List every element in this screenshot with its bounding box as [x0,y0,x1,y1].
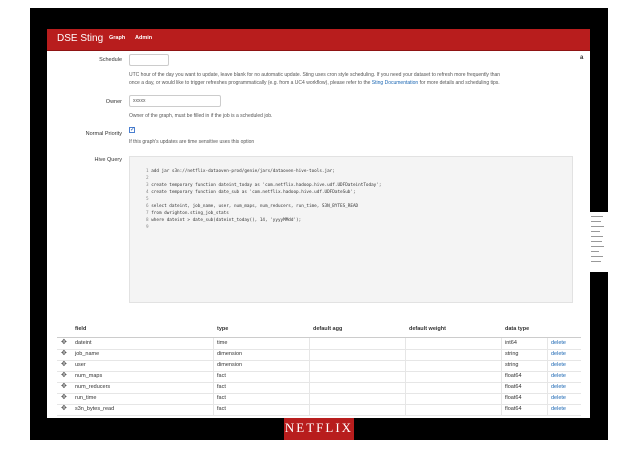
delete-link[interactable]: delete [551,351,566,357]
drag-handle-icon[interactable]: ✥ [61,361,67,368]
cell-field: s3n_bytes_read [75,406,115,412]
hive-query-label: Hive Query [94,157,122,163]
delete-link[interactable]: delete [551,395,566,401]
drag-handle-icon[interactable]: ✥ [61,383,67,390]
code-line: 3 create temporary function dateint_toda… [146,183,382,188]
cell-data-type[interactable]: int64 [505,340,517,346]
cell-field: user [75,362,86,368]
code-line: 4 create temporary function date_sub as … [146,190,356,195]
schedule-help-line1: UTC hour of the day you want to update, … [129,72,501,78]
code-line: 2 [146,176,149,181]
cell-data-type[interactable]: string [505,362,518,368]
netflix-logo-text: NETFLIX [284,420,354,435]
col-data-type: data type [505,326,530,332]
delete-link[interactable]: delete [551,384,566,390]
owner-label: Owner [105,99,122,105]
cell-field: run_time [75,395,97,401]
schedule-input[interactable] [129,54,169,66]
schedule-help: UTC hour of the day you want to update, … [129,71,574,87]
cell-type[interactable]: dimension [217,351,242,357]
drag-handle-icon[interactable]: ✥ [61,339,67,346]
cell-type[interactable]: fact [217,373,226,379]
cell-data-type[interactable]: string [505,351,518,357]
schedule-help-line3: for more details and scheduling tips. [419,80,500,86]
code-line: 1 add jar s3n://netflix-dataoven-prod/ge… [146,169,335,174]
cell-type[interactable]: time [217,340,227,346]
sting-docs-link[interactable]: Sting Documentation [372,80,418,86]
cell-field: job_name [75,351,100,357]
col-default-weight: default weight [409,326,446,332]
code-line: 7 from dwrighton.sting_job_stats [146,211,229,216]
cell-data-type[interactable]: float64 [505,395,522,401]
app-window: DSE Sting Graph Admin Schedule UTC hour … [47,29,590,418]
drag-handle-icon[interactable]: ✥ [61,405,67,412]
col-type: type [217,326,229,332]
priority-label: Normal Priority [85,131,122,137]
drag-handle-icon[interactable]: ✥ [61,372,67,379]
code-line: 9 [146,225,149,230]
owner-help: Owner of the graph, must be filled in if… [129,113,273,119]
cell-data-type[interactable]: float64 [505,384,522,390]
background-window-edge [590,212,608,272]
code-line: 5 [146,197,149,202]
col-field: field [75,326,87,332]
cell-field: num_maps [75,373,103,379]
schedule-help-line2: once a day, or would like to trigger ref… [129,80,371,86]
cell-field: num_reducers [75,384,111,390]
drag-handle-icon[interactable]: ✥ [61,350,67,357]
cell-field: dateint [75,340,92,346]
cell-data-type[interactable]: float64 [505,406,522,412]
background-window-fragment: a [580,55,590,67]
owner-input[interactable]: xxxxx [129,95,221,107]
delete-link[interactable]: delete [551,373,566,379]
table-header: field type default agg default weight da… [57,323,581,338]
nav-graph-link[interactable]: Graph [109,35,125,41]
cell-type[interactable]: fact [217,406,226,412]
cell-type[interactable]: fact [217,384,226,390]
priority-help: If this graph's updates are time sensiti… [129,139,255,145]
cell-data-type[interactable]: float64 [505,373,522,379]
cell-type[interactable]: fact [217,395,226,401]
priority-checkbox[interactable]: ✓ [129,127,135,133]
col-default-agg: default agg [313,326,343,332]
nav-admin-link[interactable]: Admin [135,35,152,41]
app-title[interactable]: DSE Sting [57,33,103,44]
cell-type[interactable]: dimension [217,362,242,368]
table-row: ✥ s3n_bytes_read fact float64 delete [57,404,581,416]
navbar: DSE Sting Graph Admin [47,29,590,51]
netflix-logo: NETFLIX [284,418,354,440]
delete-link[interactable]: delete [551,340,566,346]
delete-link[interactable]: delete [551,362,566,368]
code-line: 6 select dateint, job_name, user, num_ma… [146,204,359,209]
code-line: 8 where dateint > date_sub(dateint_today… [146,218,302,223]
drag-handle-icon[interactable]: ✥ [61,394,67,401]
hive-query-editor[interactable]: 1 add jar s3n://netflix-dataoven-prod/ge… [129,156,573,303]
schedule-label: Schedule [99,57,122,63]
delete-link[interactable]: delete [551,406,566,412]
